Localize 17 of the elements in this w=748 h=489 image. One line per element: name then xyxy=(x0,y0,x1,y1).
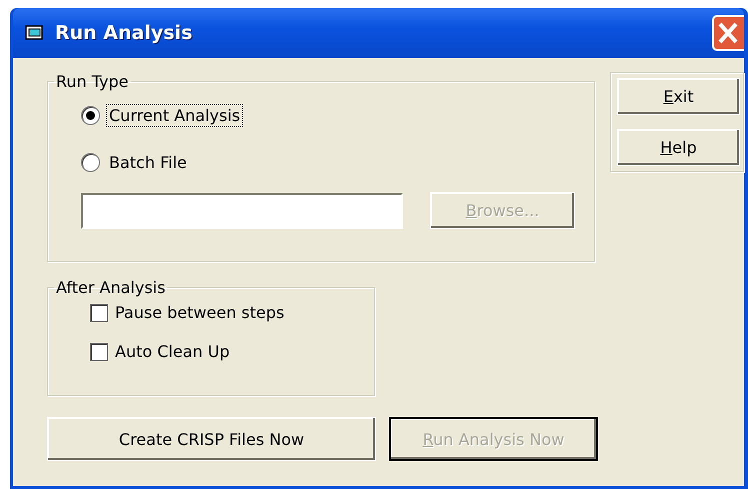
window-icon xyxy=(25,24,45,42)
radio-label: Batch File xyxy=(108,152,188,173)
group-label: After Analysis xyxy=(55,278,166,297)
close-icon[interactable] xyxy=(712,15,744,51)
checkbox[interactable] xyxy=(90,304,108,322)
radio-label: Current Analysis xyxy=(107,105,242,126)
radio-button[interactable] xyxy=(81,153,100,172)
dialog-button[interactable]: Help xyxy=(617,129,740,166)
group-label: Run Type xyxy=(55,72,130,91)
file-path-field[interactable] xyxy=(81,192,403,228)
checkbox-label: Pause between steps xyxy=(115,303,284,322)
window-title: Run Analysis xyxy=(55,22,192,44)
dialog-button[interactable]: Exit xyxy=(617,78,740,115)
dialog-button[interactable]: Create CRISP Files Now xyxy=(47,417,376,461)
checkbox-label: Auto Clean Up xyxy=(115,342,230,361)
checkbox[interactable] xyxy=(90,342,108,360)
radio-button[interactable] xyxy=(81,106,100,125)
